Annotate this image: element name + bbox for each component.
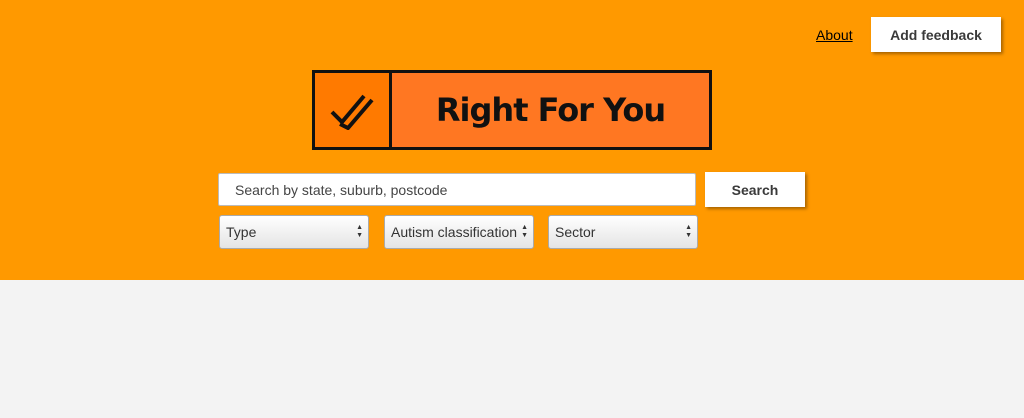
search-input[interactable] — [218, 173, 696, 206]
sector-select-label: Sector — [555, 224, 596, 240]
select-arrows-icon: ▲ ▼ — [685, 224, 692, 239]
logo[interactable]: Right For You — [312, 70, 712, 150]
about-link[interactable]: About — [816, 27, 853, 43]
header: About Add feedback Right For You Search … — [0, 0, 1024, 280]
type-select-label: Type — [226, 224, 257, 240]
add-feedback-button[interactable]: Add feedback — [871, 17, 1001, 52]
double-check-icon — [315, 73, 392, 147]
search-button[interactable]: Search — [705, 172, 805, 207]
select-arrows-icon: ▲ ▼ — [356, 224, 363, 239]
sector-select[interactable]: Sector ▲ ▼ — [548, 215, 698, 249]
autism-classification-select-label: Autism classification — [391, 224, 518, 240]
type-select[interactable]: Type ▲ ▼ — [219, 215, 369, 249]
logo-text: Right For You — [435, 91, 666, 129]
autism-classification-select[interactable]: Autism classification ▲ ▼ — [384, 215, 534, 249]
select-arrows-icon: ▲ ▼ — [521, 224, 528, 239]
